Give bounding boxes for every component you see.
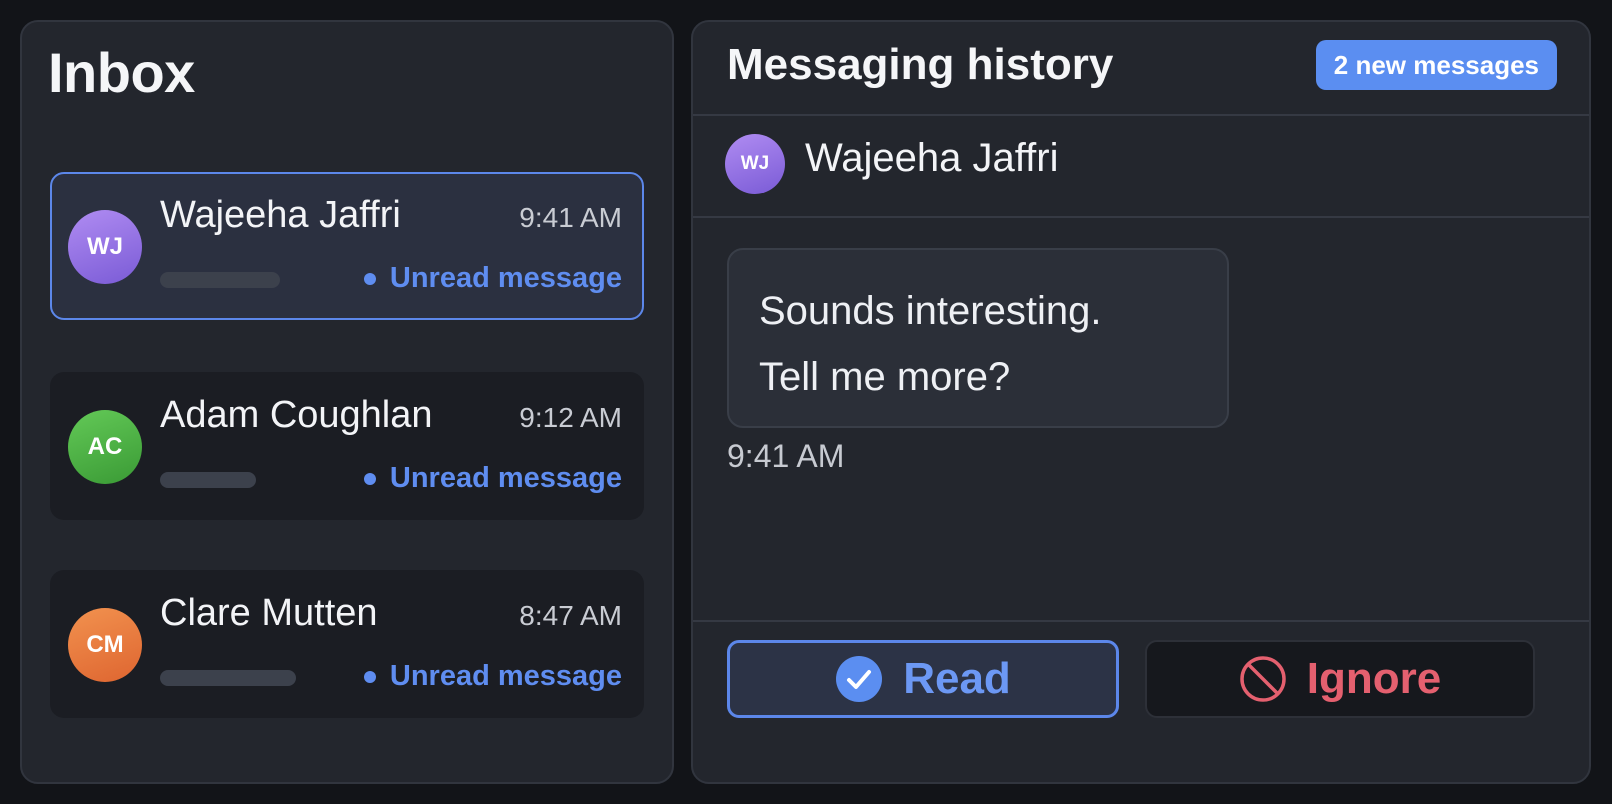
thread-name: Wajeeha Jaffri: [160, 194, 401, 236]
avatar: AC: [68, 410, 142, 484]
message-line: Sounds interesting.: [759, 289, 1102, 333]
message-preview-placeholder: [160, 670, 296, 686]
contact-name: Wajeeha Jaffri: [805, 136, 1059, 180]
messaging-history-panel: Messaging history 2 new messages WJ Waje…: [691, 20, 1591, 784]
message-time: 9:41 AM: [727, 438, 845, 474]
thread-clare-mutten[interactable]: CM Clare Mutten 8:47 AM Unread message: [50, 570, 644, 718]
thread-time: 9:41 AM: [519, 202, 622, 233]
actions-bar: Read Ignore: [693, 620, 1589, 782]
contact-row: WJ Wajeeha Jaffri: [693, 116, 1589, 218]
thread-adam-coughlan[interactable]: AC Adam Coughlan 9:12 AM Unread message: [50, 372, 644, 520]
message-bubble: Sounds interesting. Tell me more?: [727, 248, 1229, 428]
unread-label: Unread message: [389, 462, 622, 494]
unread-status: Unread message: [363, 462, 622, 495]
avatar: WJ: [68, 210, 142, 284]
app-frame: Inbox WJ Wajeeha Jaffri 9:41 AM Unread m…: [0, 0, 1612, 804]
message-preview-placeholder: [160, 472, 256, 488]
history-title: Messaging history: [727, 40, 1114, 89]
dot-icon: [363, 272, 376, 285]
avatar: CM: [68, 608, 142, 682]
message-line: Tell me more?: [759, 355, 1011, 399]
thread-time: 9:12 AM: [519, 402, 622, 433]
new-messages-badge: 2 new messages: [1315, 40, 1557, 90]
thread-time: 8:47 AM: [519, 600, 622, 631]
unread-label: Unread message: [389, 262, 622, 294]
message-preview-placeholder: [160, 272, 280, 288]
ignore-label: Ignore: [1306, 654, 1442, 703]
history-header: Messaging history 2 new messages: [693, 22, 1589, 116]
avatar: WJ: [725, 134, 785, 194]
unread-label: Unread message: [389, 660, 622, 692]
inbox-title: Inbox: [48, 41, 195, 104]
read-label: Read: [903, 654, 1011, 703]
check-circle-icon: [835, 655, 883, 703]
ignore-button[interactable]: Ignore: [1145, 640, 1535, 718]
thread-wajeeha-jaffri[interactable]: WJ Wajeeha Jaffri 9:41 AM Unread message: [50, 172, 644, 320]
prohibit-icon: [1239, 655, 1287, 703]
dot-icon: [363, 472, 376, 485]
thread-name: Adam Coughlan: [160, 394, 433, 436]
thread-name: Clare Mutten: [160, 592, 378, 634]
read-button[interactable]: Read: [727, 640, 1119, 718]
unread-status: Unread message: [363, 262, 622, 295]
dot-icon: [363, 670, 376, 683]
inbox-panel: Inbox WJ Wajeeha Jaffri 9:41 AM Unread m…: [20, 20, 674, 784]
unread-status: Unread message: [363, 660, 622, 693]
